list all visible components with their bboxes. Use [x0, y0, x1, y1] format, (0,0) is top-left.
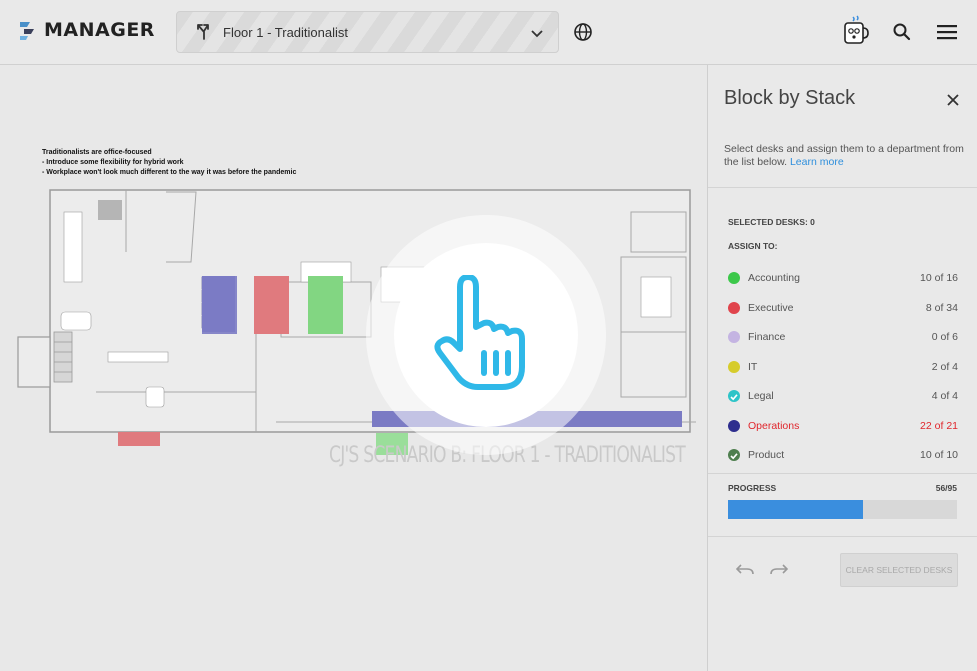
department-count: 22 of 21 [920, 420, 958, 432]
globe-icon[interactable] [573, 22, 593, 42]
department-count: 0 of 6 [931, 331, 958, 343]
close-icon[interactable] [946, 93, 960, 107]
department-name: Operations [748, 420, 800, 432]
panel-title: Block by Stack [724, 87, 856, 109]
plan-note: - Introduce some flexibility for hybrid … [42, 159, 184, 166]
progress-bar [728, 500, 957, 519]
department-product[interactable]: Product 10 of 10 [728, 446, 958, 464]
department-finance[interactable]: Finance 0 of 6 [728, 328, 958, 346]
progress-label: PROGRESS [728, 483, 777, 493]
department-color-dot [728, 272, 740, 284]
department-legal[interactable]: Legal 4 of 4 [728, 387, 958, 405]
progress-bar-fill [728, 500, 863, 519]
block-by-stack-panel: Block by Stack Select desks and assign t… [707, 65, 977, 671]
divider [708, 473, 977, 474]
logo-text: MANAGER [44, 19, 155, 41]
department-executive[interactable]: Executive 8 of 34 [728, 299, 958, 317]
coffee-mascot-icon[interactable] [840, 15, 870, 47]
department-name: Executive [748, 302, 794, 314]
fork-icon [197, 24, 209, 40]
department-check-icon [728, 449, 740, 461]
department-name: Finance [748, 331, 786, 343]
clear-selected-desks-button[interactable]: CLEAR SELECTED DESKS [840, 553, 958, 587]
department-count: 8 of 34 [925, 302, 958, 314]
department-color-dot [728, 361, 740, 373]
department-name: Product [748, 449, 785, 461]
divider [708, 536, 977, 537]
department-count: 4 of 4 [931, 390, 958, 402]
plan-note: - Workplace won't look much different to… [42, 169, 297, 176]
accounting-pod[interactable] [308, 276, 343, 334]
floor-select[interactable]: Floor 1 - Traditionalist [176, 11, 559, 53]
panel-description: Select desks and assign them to a depart… [724, 143, 964, 169]
department-count: 10 of 10 [920, 449, 958, 461]
plan-notes: Traditionalists are office-focused - Int… [42, 148, 296, 178]
learn-more-link[interactable]: Learn more [790, 156, 844, 168]
executive-desk[interactable] [118, 432, 160, 446]
department-color-dot [728, 302, 740, 314]
executive-pod[interactable] [254, 276, 289, 334]
floor-select-value: Floor 1 - Traditionalist [223, 25, 348, 40]
progress-count: 56/95 [935, 483, 957, 493]
operations-pod[interactable] [202, 276, 237, 334]
department-name: IT [748, 361, 758, 373]
selected-desks-label: SELECTED DESKS: 0 [728, 217, 815, 227]
logo-mark-icon [20, 22, 34, 40]
search-icon[interactable] [892, 22, 912, 42]
divider [708, 187, 977, 188]
assign-to-label: ASSIGN TO: [728, 241, 778, 251]
department-operations[interactable]: Operations 22 of 21 [728, 417, 958, 435]
department-color-dot [728, 331, 740, 343]
department-color-dot [728, 420, 740, 432]
logo[interactable]: MANAGER [18, 19, 155, 41]
department-count: 10 of 16 [920, 272, 958, 284]
tap-hand-icon [434, 275, 525, 390]
department-it[interactable]: IT 2 of 4 [728, 358, 958, 376]
floor-plan-canvas[interactable]: Traditionalists are office-focused - Int… [0, 65, 707, 671]
department-name: Accounting [748, 272, 800, 284]
top-bar: MANAGER Floor 1 - Traditionalist [0, 0, 977, 65]
redo-icon[interactable] [770, 562, 788, 576]
menu-icon[interactable] [936, 23, 958, 41]
plan-note: Traditionalists are office-focused [42, 149, 152, 156]
department-count: 2 of 4 [931, 361, 958, 373]
department-name: Legal [748, 390, 774, 402]
chevron-down-icon [531, 30, 543, 38]
department-check-icon [728, 390, 740, 402]
department-accounting[interactable]: Accounting 10 of 16 [728, 269, 958, 287]
undo-icon[interactable] [736, 562, 754, 576]
